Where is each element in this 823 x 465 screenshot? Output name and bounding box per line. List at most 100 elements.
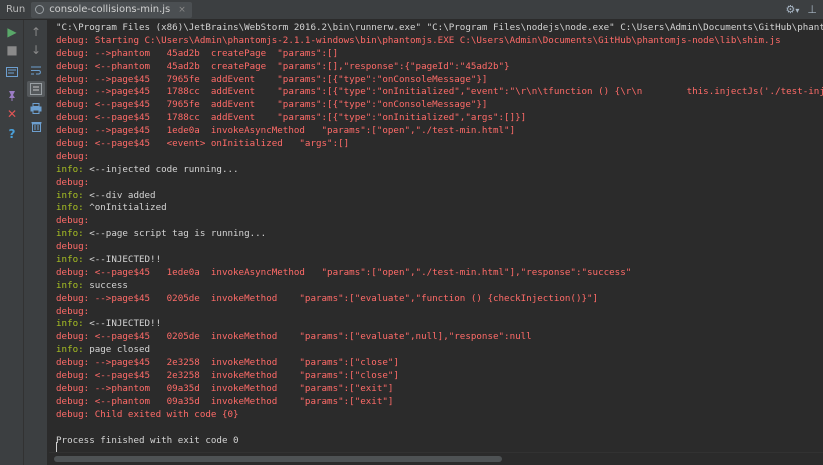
log-text: "C:\Program Files (x86)\JetBrains\WebSto… [56,22,823,33]
console-line: info: success [56,280,823,293]
log-level-label: info: [56,279,84,291]
log-text: debug: <--page$45 1ede0a invokeAsyncMeth… [56,266,632,278]
log-text: <--page script tag is running... [83,228,267,240]
horizontal-scrollbar[interactable] [49,452,823,465]
console-lines: "C:\Program Files (x86)\JetBrains\WebSto… [56,22,823,447]
nodejs-config-icon [35,5,45,14]
console-line: info: <--INJECTED!! [56,254,823,267]
log-text: debug: <--page$45 7965fe addEvent "param… [56,99,488,111]
down-stack-icon[interactable]: ↓ [27,42,45,58]
header-actions: ⚙▾ ⊥ [786,3,817,16]
log-text: debug: [56,150,90,162]
console-line: debug: -->page$45 2e3258 invokeMethod "p… [56,357,823,370]
log-text: ^onInitialized [83,202,167,214]
console-line: info: page closed [56,344,823,357]
tab-close-icon[interactable]: × [178,5,186,15]
log-text: debug: <--page$45 <event> onInitialized … [56,138,350,150]
log-text: debug: [56,241,90,253]
log-text: debug: <--phantom 09a35d invokeMethod "p… [56,395,394,407]
log-text: debug: [56,215,90,227]
close-icon[interactable]: ✕ [3,106,21,122]
console-line: debug: <--page$45 2e3258 invokeMethod "p… [56,370,823,383]
text-caret [56,442,57,452]
console-line: Process finished with exit code 0 [56,435,823,448]
log-text: debug: -->phantom 09a35d invokeMethod "p… [56,382,394,394]
log-text: debug: Starting C:\Users\Admin\phantomjs… [56,34,781,46]
console-line: debug: -->page$45 7965fe addEvent "param… [56,74,823,87]
console-line: "C:\Program Files (x86)\JetBrains\WebSto… [56,22,823,35]
console-line: debug: -->page$45 0205de invokeMethod "p… [56,293,823,306]
log-text: debug: [56,176,90,188]
console-line: info: <--injected code running... [56,164,823,177]
log-text: debug: -->page$45 1788cc addEvent "param… [56,86,823,98]
console-line: debug: <--page$45 1788cc addEvent "param… [56,112,823,125]
log-level-label: info: [56,189,84,201]
log-text: debug: <--page$45 1788cc addEvent "param… [56,112,527,124]
help-icon[interactable]: ? [3,126,21,142]
console-line: debug: Starting C:\Users\Admin\phantomjs… [56,35,823,48]
log-text: <--injected code running... [83,163,239,175]
console-output[interactable]: "C:\Program Files (x86)\JetBrains\WebSto… [49,20,823,452]
hide-pin-icon[interactable]: ⊥ [807,3,817,16]
settings-gear-icon[interactable]: ⚙▾ [786,3,800,16]
log-text: success [83,279,128,291]
console-line: info: <--page script tag is running... [56,228,823,241]
console-line: debug: [56,215,823,228]
console-line: debug: -->page$45 1ede0a invokeAsyncMeth… [56,125,823,138]
scroll-to-end-icon[interactable] [27,81,45,97]
console-line: debug: <--page$45 0205de invokeMethod "p… [56,331,823,344]
console-toolbar: ↑ ↓ [24,20,48,465]
log-level-label: info: [56,228,84,240]
log-text: debug: -->phantom 45ad2b createPage "par… [56,47,339,59]
log-text: debug: <--phantom 45ad2b createPage "par… [56,60,510,72]
log-text: debug: -->page$45 7965fe addEvent "param… [56,73,488,85]
tab-console-collisions[interactable]: console-collisions-min.js × [31,1,192,18]
log-text: debug: [56,305,90,317]
stop-icon[interactable]: ■ [3,42,21,58]
console-line: debug: -->page$45 1788cc addEvent "param… [56,86,823,99]
log-text: debug: <--page$45 0205de invokeMethod "p… [56,331,532,343]
console-line: debug: <--phantom 09a35d invokeMethod "p… [56,396,823,409]
console-line: debug: <--page$45 1ede0a invokeAsyncMeth… [56,267,823,280]
console-line: debug: <--page$45 <event> onInitialized … [56,138,823,151]
run-tool-window-header: Run console-collisions-min.js × ⚙▾ ⊥ [0,0,823,20]
scrollbar-thumb[interactable] [54,456,502,462]
console-line: debug: -->phantom 09a35d invokeMethod "p… [56,383,823,396]
log-text: debug: -->page$45 1ede0a invokeAsyncMeth… [56,125,516,137]
print-icon[interactable] [27,100,45,116]
console-line: debug: [56,151,823,164]
log-text: page closed [83,344,151,356]
log-level-label: info: [56,254,84,266]
console-line: debug: Child exited with code {0} [56,409,823,422]
clear-all-icon[interactable] [27,118,45,134]
up-stack-icon[interactable]: ↑ [27,24,45,40]
log-level-label: info: [56,163,84,175]
console-line: info: ^onInitialized [56,202,823,215]
log-text: <--INJECTED!! [83,318,162,330]
log-text: <--INJECTED!! [83,254,162,266]
run-label: Run [6,4,26,15]
log-text: debug: <--page$45 2e3258 invokeMethod "p… [56,370,399,382]
console-line: info: <--INJECTED!! [56,318,823,331]
log-level-label: info: [56,318,84,330]
log-level-label: info: [56,202,84,214]
layout-icon[interactable] [3,64,21,80]
console-line: debug: [56,306,823,319]
console-line: debug: <--phantom 45ad2b createPage "par… [56,61,823,74]
pin-tab-icon[interactable] [3,87,21,103]
rerun-icon[interactable]: ▶ [3,24,21,40]
console-line: debug: [56,177,823,190]
soft-wrap-icon[interactable] [27,62,45,78]
run-toolbar-left: ▶ ■ ✕ ? [0,20,24,465]
log-level-label: info: [56,344,84,356]
log-text: debug: -->page$45 0205de invokeMethod "p… [56,292,599,304]
log-text: debug: -->page$45 2e3258 invokeMethod "p… [56,357,399,369]
console-line: debug: -->phantom 45ad2b createPage "par… [56,48,823,61]
console-line: debug: <--page$45 7965fe addEvent "param… [56,99,823,112]
log-text: <--div added [83,189,156,201]
tab-label: console-collisions-min.js [49,4,171,15]
log-text: Process finished with exit code 0 [56,434,239,446]
console-line: debug: [56,241,823,254]
log-text: debug: Child exited with code {0} [56,408,239,420]
